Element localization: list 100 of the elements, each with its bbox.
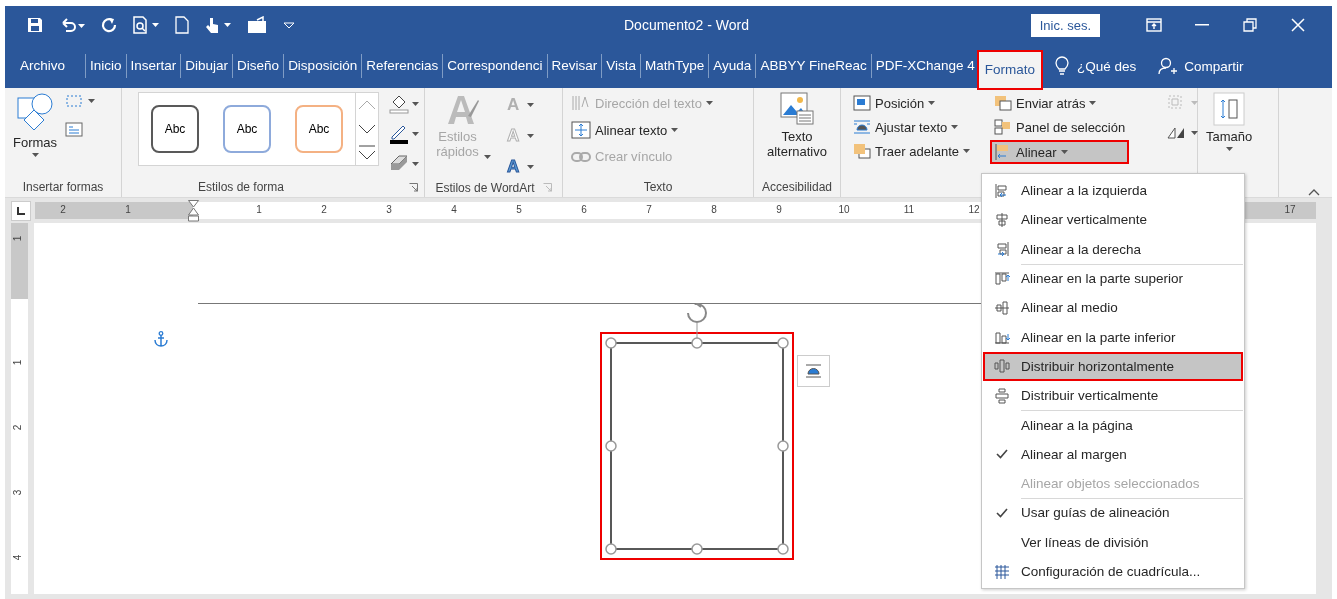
menu-item[interactable]: Alinear verticalmente (983, 205, 1243, 235)
new-document-icon[interactable] (175, 16, 189, 34)
text-direction-icon (571, 95, 591, 111)
menu-item[interactable]: Ver líneas de división (983, 527, 1243, 557)
ribbon-display-icon[interactable] (1146, 18, 1162, 32)
shape-style-preset[interactable]: Abc (295, 105, 343, 153)
indent-marker[interactable] (188, 200, 199, 222)
ruler-number: 5 (516, 204, 522, 215)
print-preview-icon[interactable] (133, 16, 159, 34)
group-label: Estilos de forma (198, 180, 285, 194)
send-backward-icon (994, 95, 1013, 111)
window-title: Documento2 - Word (623, 17, 750, 33)
group-label: Estilos de WordArt (435, 180, 535, 195)
redo-icon[interactable] (101, 17, 117, 33)
caret-icon (928, 101, 936, 105)
shape-fill-icon[interactable] (389, 94, 419, 114)
menu-item[interactable]: Distribuir horizontalmente (983, 351, 1243, 382)
ribbon-tab[interactable]: Formato (978, 52, 1042, 88)
resize-handle[interactable] (605, 337, 617, 349)
caret-icon (527, 134, 535, 138)
touch-mode-icon[interactable] (205, 16, 231, 34)
close-icon[interactable] (1291, 18, 1305, 32)
caret-icon (484, 155, 491, 159)
ribbon-tab[interactable]: Ayuda (708, 54, 756, 78)
image-icon (780, 92, 814, 126)
resize-handle[interactable] (777, 543, 789, 555)
ruler-number: 4 (451, 204, 457, 215)
menu-item[interactable]: Configuración de cuadrícula... (983, 556, 1243, 587)
collapse-ribbon-icon[interactable] (1308, 188, 1320, 196)
ribbon-tab[interactable]: Diseño (232, 54, 284, 78)
arrange-button[interactable]: Traer adelante (851, 142, 973, 160)
shape-effects-icon[interactable] (389, 154, 419, 172)
customize-icon[interactable] (283, 20, 295, 30)
wordart-letter[interactable]: A (507, 156, 520, 178)
rectangle-shape[interactable] (610, 342, 784, 550)
arrange-button[interactable]: Panel de selección (992, 118, 1128, 136)
ribbon-tab[interactable]: Inicio (85, 54, 126, 78)
arrange-button[interactable]: Posición (851, 94, 973, 112)
shape-outline-icon[interactable] (389, 124, 419, 144)
caret-icon (963, 149, 971, 153)
caret-icon (527, 165, 535, 169)
ruler-number: 3 (386, 204, 392, 215)
align-option-icon (994, 211, 1010, 228)
ribbon-tab[interactable]: Referencias (361, 54, 443, 78)
resize-handle[interactable] (777, 337, 789, 349)
alt-text-button[interactable]: Texto alternativo (760, 92, 834, 177)
ribbon-tab[interactable]: Revisar (546, 54, 602, 78)
shape-style-preset[interactable]: Abc (151, 105, 199, 153)
menu-item[interactable]: Alinear a la izquierda (983, 176, 1243, 206)
ruler-number: 1 (12, 235, 24, 242)
shapes-button[interactable]: Formas (11, 92, 60, 177)
restore-icon[interactable] (1243, 18, 1257, 32)
resize-handle[interactable] (605, 440, 617, 452)
ribbon-tab[interactable]: Disposición (283, 54, 362, 78)
size-icon (1213, 92, 1246, 126)
ruler-number: 2 (12, 424, 24, 431)
resize-handle[interactable] (777, 440, 789, 452)
ribbon-tab[interactable]: Vista (601, 54, 641, 78)
menu-item[interactable]: Alinear al medio (983, 293, 1243, 323)
text-tool-button[interactable]: Alinear texto (569, 120, 715, 140)
menu-item[interactable]: Distribuir verticalmente (983, 381, 1243, 411)
dialog-launcher-icon[interactable] (409, 182, 418, 192)
tab-stop-icon[interactable] (17, 206, 25, 215)
caret-icon (31, 153, 39, 157)
resize-handle[interactable] (691, 337, 703, 349)
resize-handle[interactable] (605, 543, 617, 555)
rotate-handle[interactable] (687, 303, 707, 323)
align-option-icon (994, 358, 1010, 375)
arrange-button[interactable]: Enviar atrás (992, 94, 1128, 112)
person-add-icon[interactable] (1158, 57, 1179, 75)
folder-icon[interactable] (247, 16, 267, 34)
ruler-number: 1 (125, 204, 131, 215)
ribbon-tab[interactable]: Correspondenci (442, 54, 547, 78)
lightbulb-icon[interactable] (1055, 56, 1070, 76)
selection-pane-icon (994, 119, 1013, 135)
wrap-text-icon (853, 119, 871, 135)
tell-me-field[interactable]: ¿Qué des (1077, 58, 1137, 74)
sign-in-button[interactable]: Inic. ses. (1030, 13, 1100, 37)
ribbon-tab[interactable]: MathType (640, 54, 709, 78)
undo-icon[interactable] (59, 17, 85, 33)
group-label: Texto (643, 180, 673, 194)
edit-shape-icon[interactable] (65, 94, 96, 108)
arrange-button[interactable]: Ajustar texto (851, 118, 973, 136)
layout-options-icon[interactable] (797, 355, 830, 387)
size-button[interactable]: Tamaño (1204, 92, 1255, 177)
ribbon-tab[interactable]: Archivo (20, 54, 71, 78)
share-button[interactable]: Compartir (1184, 58, 1244, 74)
menu-item[interactable]: Alinear en la parte inferior (983, 322, 1243, 352)
align-option-icon (994, 270, 1010, 287)
anchor-icon (154, 331, 168, 347)
resize-handle[interactable] (691, 543, 703, 555)
menu-item[interactable]: Alinear al margen (983, 439, 1243, 469)
ribbon-tab[interactable]: Dibujar (180, 54, 233, 78)
menu-item[interactable]: Alinear a la derecha (983, 234, 1243, 264)
arrange-button[interactable]: Alinear (992, 142, 1128, 162)
save-icon[interactable] (27, 17, 43, 33)
ribbon-tab[interactable]: Insertar (125, 54, 181, 78)
shape-style-preset[interactable]: Abc (223, 105, 271, 153)
align-option-icon (994, 299, 1010, 316)
ribbon-tab[interactable]: ABBYY FineReac (755, 54, 871, 78)
